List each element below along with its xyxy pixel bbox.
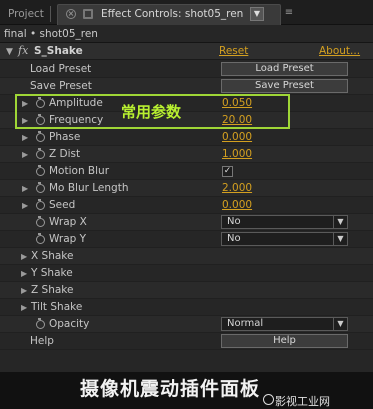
annotation-label: 常用参数 [121,103,182,121]
param-row-load-preset: Load Preset Load Preset [0,61,373,78]
stopwatch-icon[interactable] [36,199,45,210]
tab-project[interactable]: Project [2,4,50,25]
close-icon[interactable]: × [66,9,76,19]
param-label: Wrap Y [49,233,87,245]
expand-icon[interactable]: ▶ [21,265,27,282]
param-row-mo-blur-length: ▶ Mo Blur Length 2.000 [0,180,373,197]
watermark: 影视工业网 [275,395,330,408]
seed-value[interactable]: 0.000 [222,197,252,214]
expand-icon[interactable]: ▶ [22,129,28,146]
param-group-z-shake: ▶ Z Shake [0,282,373,299]
lock-icon[interactable] [83,9,93,19]
param-label: Opacity [49,318,90,330]
watermark-logo-icon [263,394,274,405]
expand-icon[interactable]: ▶ [22,146,28,163]
group-label: Y Shake [31,267,73,279]
tab-dropdown-button[interactable]: ▼ [250,7,264,21]
wrap-x-select[interactable]: No ▼ [221,215,348,229]
save-preset-button[interactable]: Save Preset [221,79,348,93]
group-label: Tilt Shake [31,301,83,313]
caption: 摄像机震动插件面板 [80,378,261,400]
collapse-icon[interactable]: ▼ [6,47,13,57]
stopwatch-icon[interactable] [36,216,45,227]
param-row-seed: ▶ Seed 0.000 [0,197,373,214]
load-preset-button[interactable]: Load Preset [221,62,348,76]
panel-menu-icon[interactable]: ≡ [283,7,295,19]
stopwatch-icon[interactable] [36,148,45,159]
param-label: Motion Blur [49,165,110,177]
chevron-down-icon[interactable]: ▼ [333,233,347,245]
z-dist-value[interactable]: 1.000 [222,146,252,163]
about-link[interactable]: About... [319,44,360,59]
effect-name: S_Shake [34,45,83,57]
param-row-wrap-y: Wrap Y No ▼ [0,231,373,248]
expand-icon[interactable]: ▶ [21,299,27,316]
expand-icon[interactable]: ▶ [21,282,27,299]
param-label: Wrap X [49,216,87,228]
fx-toggle-icon[interactable]: fx [18,44,28,57]
breadcrumb: final • shot05_ren [4,28,98,40]
expand-icon[interactable]: ▶ [22,197,28,214]
group-label: X Shake [31,250,74,262]
param-row-z-dist: ▶ Z Dist 1.000 [0,146,373,163]
wrap-y-select[interactable]: No ▼ [221,232,348,246]
stopwatch-icon[interactable] [36,318,45,329]
select-value: No [227,233,241,244]
stopwatch-icon[interactable] [36,233,45,244]
phase-value[interactable]: 0.000 [222,129,252,146]
stopwatch-icon[interactable] [36,182,45,193]
motion-blur-checkbox[interactable]: ✓ [222,166,233,177]
stopwatch-icon[interactable] [36,165,45,176]
param-label: Mo Blur Length [49,182,129,194]
chevron-down-icon[interactable]: ▼ [333,216,347,228]
tab-divider [50,6,51,22]
stopwatch-icon[interactable] [36,131,45,142]
expand-icon[interactable]: ▶ [22,180,28,197]
panel-tab-bar: Project × Effect Controls: shot05_ren ▼ … [0,0,373,25]
mo-blur-length-value[interactable]: 2.000 [222,180,252,197]
param-row-wrap-x: Wrap X No ▼ [0,214,373,231]
param-label: Phase [49,131,81,143]
opacity-select[interactable]: Normal ▼ [221,317,348,331]
param-row-help: Help Help [0,333,373,350]
tab-effect-controls-label: Effect Controls: shot05_ren [101,8,244,20]
param-row-opacity: Opacity Normal ▼ [0,316,373,333]
chevron-down-icon[interactable]: ▼ [333,318,347,330]
select-value: Normal [227,318,264,329]
param-label: Load Preset [30,63,92,75]
param-row-phase: ▶ Phase 0.000 [0,129,373,146]
param-label: Seed [49,199,76,211]
param-label: Z Dist [49,148,81,160]
param-group-tilt-shake: ▶ Tilt Shake [0,299,373,316]
param-row-save-preset: Save Preset Save Preset [0,78,373,95]
reset-link[interactable]: Reset [219,44,248,59]
param-row-motion-blur: Motion Blur ✓ [0,163,373,180]
select-value: No [227,216,241,227]
param-label: Save Preset [30,80,92,92]
param-group-x-shake: ▶ X Shake [0,248,373,265]
expand-icon[interactable]: ▶ [21,248,27,265]
param-group-y-shake: ▶ Y Shake [0,265,373,282]
param-label: Help [30,335,54,347]
group-label: Z Shake [31,284,74,296]
help-button[interactable]: Help [221,334,348,348]
